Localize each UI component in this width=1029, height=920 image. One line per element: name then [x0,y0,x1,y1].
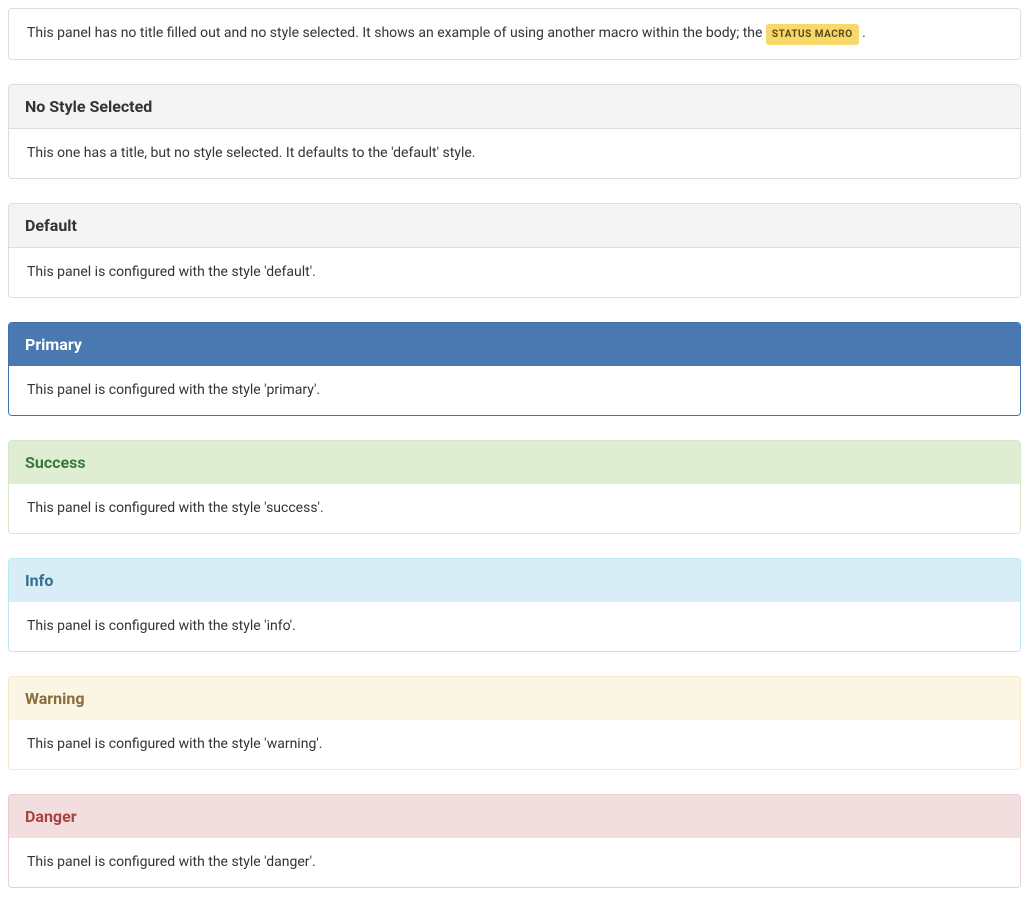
panel-body: This panel is configured with the style … [9,248,1020,297]
panel-body: This panel is configured with the style … [9,484,1020,533]
panel-title: Warning [9,677,1020,720]
panel-title: Primary [9,323,1020,366]
panel-warning: Warning This panel is configured with th… [8,676,1021,770]
panel-no-style-selected: No Style Selected This one has a title, … [8,84,1021,179]
panel-danger: Danger This panel is configured with the… [8,794,1021,888]
panel-title: Default [9,204,1020,248]
panel-body: This panel is configured with the style … [9,838,1020,887]
status-macro-badge: STATUS MACRO [766,24,859,45]
panel-title: Info [9,559,1020,602]
panel-success: Success This panel is configured with th… [8,440,1021,534]
panel-body-text-after: . [862,25,866,41]
panel-info: Info This panel is configured with the s… [8,558,1021,652]
panel-body: This panel is configured with the style … [9,366,1020,415]
panel-title: No Style Selected [9,85,1020,129]
panel-body: This one has a title, but no style selec… [9,129,1020,178]
panel-title: Success [9,441,1020,484]
panel-body: This panel is configured with the style … [9,602,1020,651]
panel-no-title: This panel has no title filled out and n… [8,8,1021,60]
panel-body-text-before: This panel has no title filled out and n… [27,25,766,41]
panel-default: Default This panel is configured with th… [8,203,1021,298]
panel-title: Danger [9,795,1020,838]
panel-body: This panel has no title filled out and n… [9,9,1020,59]
panel-body: This panel is configured with the style … [9,720,1020,769]
panel-primary: Primary This panel is configured with th… [8,322,1021,416]
